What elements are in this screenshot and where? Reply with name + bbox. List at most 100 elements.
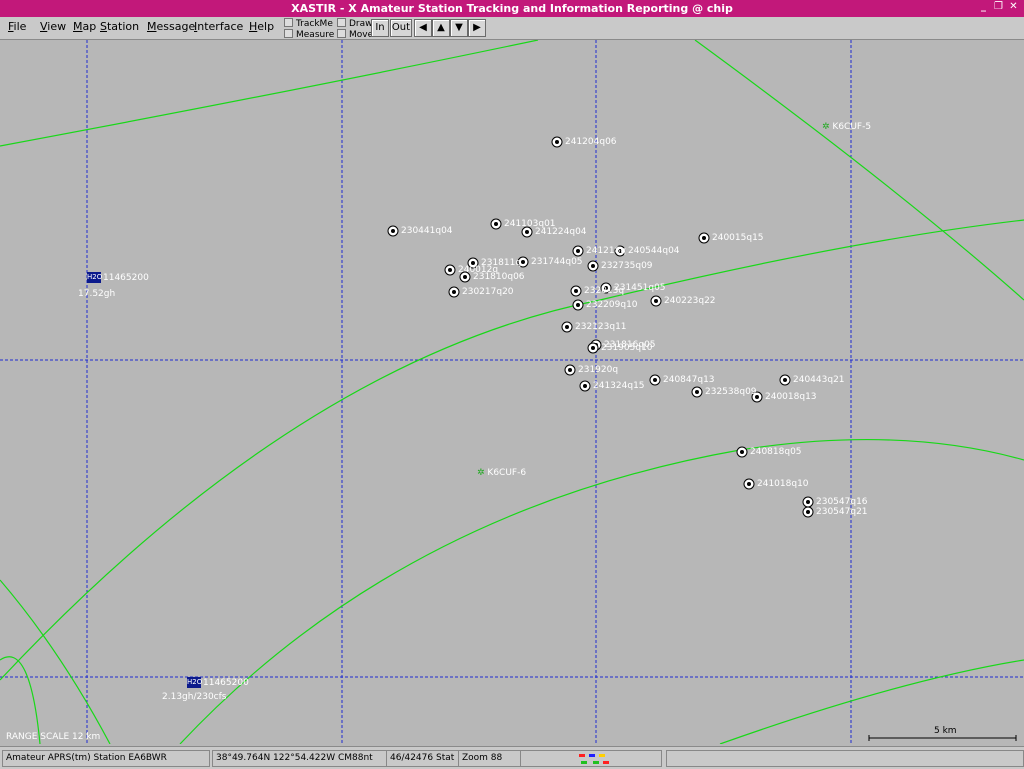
water-gauge-icon[interactable]: H2O <box>187 677 202 688</box>
station-icon-dot <box>452 290 456 294</box>
station-label[interactable]: 230547q21 <box>816 507 868 517</box>
maximize-icon[interactable]: ❐ <box>992 1 1005 14</box>
status-bar: Amateur APRS(tm) Station EA6BWR 38°49.76… <box>0 746 1024 769</box>
map-canvas[interactable]: ✲ K6CUF-5 ✲ K6CUF-6 H2O 11465200 17.52gh… <box>0 39 1024 745</box>
range-arc <box>0 656 41 745</box>
station-label[interactable]: 232735q09 <box>601 261 653 271</box>
station-label[interactable]: 240223q22 <box>664 296 716 306</box>
station-label[interactable]: 240012q <box>458 265 498 275</box>
station-icon-dot <box>448 268 452 272</box>
menu-map[interactable]: Map <box>73 20 96 34</box>
range-arc <box>0 39 539 147</box>
station-icon-dot <box>806 500 810 504</box>
title-bar: XASTIR - X Amateur Station Tracking and … <box>0 0 1024 17</box>
menu-bar: File View Map Station Message Interface … <box>0 17 1024 40</box>
menu-file[interactable]: File <box>8 20 26 34</box>
station-label[interactable]: 241218q <box>586 246 626 256</box>
station-label[interactable]: 232123q11 <box>575 322 627 332</box>
pan-up-icon[interactable]: ▲ <box>432 19 450 37</box>
station-icon-dot <box>391 229 395 233</box>
indicator-icon <box>579 754 609 764</box>
station-icon-dot <box>494 222 498 226</box>
menu-interface[interactable]: Interface <box>194 20 243 34</box>
water-gauge-icon[interactable]: H2O <box>87 272 102 283</box>
pan-right-icon[interactable]: ▶ <box>468 19 486 37</box>
range-arc <box>179 438 1024 745</box>
digipeater-label[interactable]: ✲ K6CUF-5 <box>822 122 871 132</box>
water-gauge-reading: 17.52gh <box>78 289 116 299</box>
checkbox-icon <box>284 29 293 38</box>
station-icon-dot <box>695 390 699 394</box>
station-icon-dot <box>591 264 595 268</box>
menu-view[interactable]: View <box>40 20 66 34</box>
digipeater-icon: ✲ <box>822 122 830 132</box>
station-status: Amateur APRS(tm) Station EA6BWR <box>2 750 210 767</box>
station-label[interactable]: 241324q15 <box>593 381 645 391</box>
station-icon-dot <box>702 236 706 240</box>
activity-indicators <box>520 750 662 767</box>
station-label[interactable]: 230217q20 <box>462 287 514 297</box>
station-icon-dot <box>654 299 658 303</box>
station-label[interactable]: 232538q09 <box>705 387 757 397</box>
cursor-coordinates: 38°49.764N 122°54.422W CM88nt <box>212 750 388 767</box>
menu-station[interactable]: Station <box>100 20 139 34</box>
window-controls: _ ❐ ✕ <box>977 1 1020 16</box>
station-icon-dot <box>740 450 744 454</box>
pan-down-icon[interactable]: ▼ <box>450 19 468 37</box>
station-icon-dot <box>806 510 810 514</box>
water-gauge-label: 11465200 <box>103 273 149 283</box>
station-icon-dot <box>574 289 578 293</box>
water-gauge-reading: 2.13gh/230cfs <box>162 692 227 702</box>
zoom-out-button[interactable]: Out <box>390 19 412 37</box>
water-gauge-label: 11465200 <box>203 678 249 688</box>
station-icon-dot <box>521 260 525 264</box>
station-label[interactable]: 231905q10 <box>601 343 653 353</box>
station-icon-dot <box>583 384 587 388</box>
station-label[interactable]: 240818q05 <box>750 447 802 457</box>
station-label[interactable]: 240443q21 <box>793 375 845 385</box>
menu-message[interactable]: Message <box>147 20 195 34</box>
menu-help[interactable]: Help <box>249 20 274 34</box>
indicator-light <box>603 761 609 764</box>
scale-bar <box>868 735 1017 741</box>
station-count: 46/42476 Stat <box>386 750 460 767</box>
station-label[interactable]: 240015q15 <box>712 233 764 243</box>
range-scale-label: RANGE SCALE 12 km <box>6 732 101 742</box>
station-label[interactable]: 231920q <box>578 365 618 375</box>
window-title: XASTIR - X Amateur Station Tracking and … <box>291 2 733 15</box>
station-label[interactable]: 241224q04 <box>535 227 587 237</box>
station-label[interactable]: 240544q04 <box>628 246 680 256</box>
station-label[interactable]: 230441q04 <box>401 226 453 236</box>
station-label[interactable]: 241204q06 <box>565 137 617 147</box>
station-icon-dot <box>565 325 569 329</box>
map-overlay <box>0 39 1024 745</box>
indicator-light <box>593 761 599 764</box>
minimize-icon[interactable]: _ <box>977 1 990 14</box>
station-label[interactable]: 232209q10 <box>586 300 638 310</box>
station-icon-dot <box>576 249 580 253</box>
close-icon[interactable]: ✕ <box>1007 1 1020 14</box>
station-icon-dot <box>576 303 580 307</box>
station-label[interactable]: 232013q <box>584 286 624 296</box>
station-icon-dot <box>747 482 751 486</box>
checkbox-icon <box>284 18 293 27</box>
pan-left-icon[interactable]: ◀ <box>414 19 432 37</box>
checkbox-icon <box>337 29 346 38</box>
station-icon-dot <box>591 346 595 350</box>
station-label[interactable]: 240018q13 <box>765 392 817 402</box>
station-label[interactable]: 241018q10 <box>757 479 809 489</box>
station-label[interactable]: 231744q05 <box>531 257 583 267</box>
indicator-light <box>581 761 587 764</box>
station-icon-dot <box>555 140 559 144</box>
station-icon-dot <box>653 378 657 382</box>
digipeater-label[interactable]: ✲ K6CUF-6 <box>477 468 526 478</box>
digipeater-icon: ✲ <box>477 468 485 478</box>
station-icon-dot <box>463 275 467 279</box>
station-label[interactable]: 230547q16 <box>816 497 868 507</box>
range-arc <box>719 659 1024 745</box>
range-arc <box>694 39 1024 301</box>
station-label[interactable]: 240847q13 <box>663 375 715 385</box>
zoom-level: Zoom 88 <box>458 750 522 767</box>
zoom-in-button[interactable]: In <box>371 19 389 37</box>
indicator-light <box>589 754 595 757</box>
